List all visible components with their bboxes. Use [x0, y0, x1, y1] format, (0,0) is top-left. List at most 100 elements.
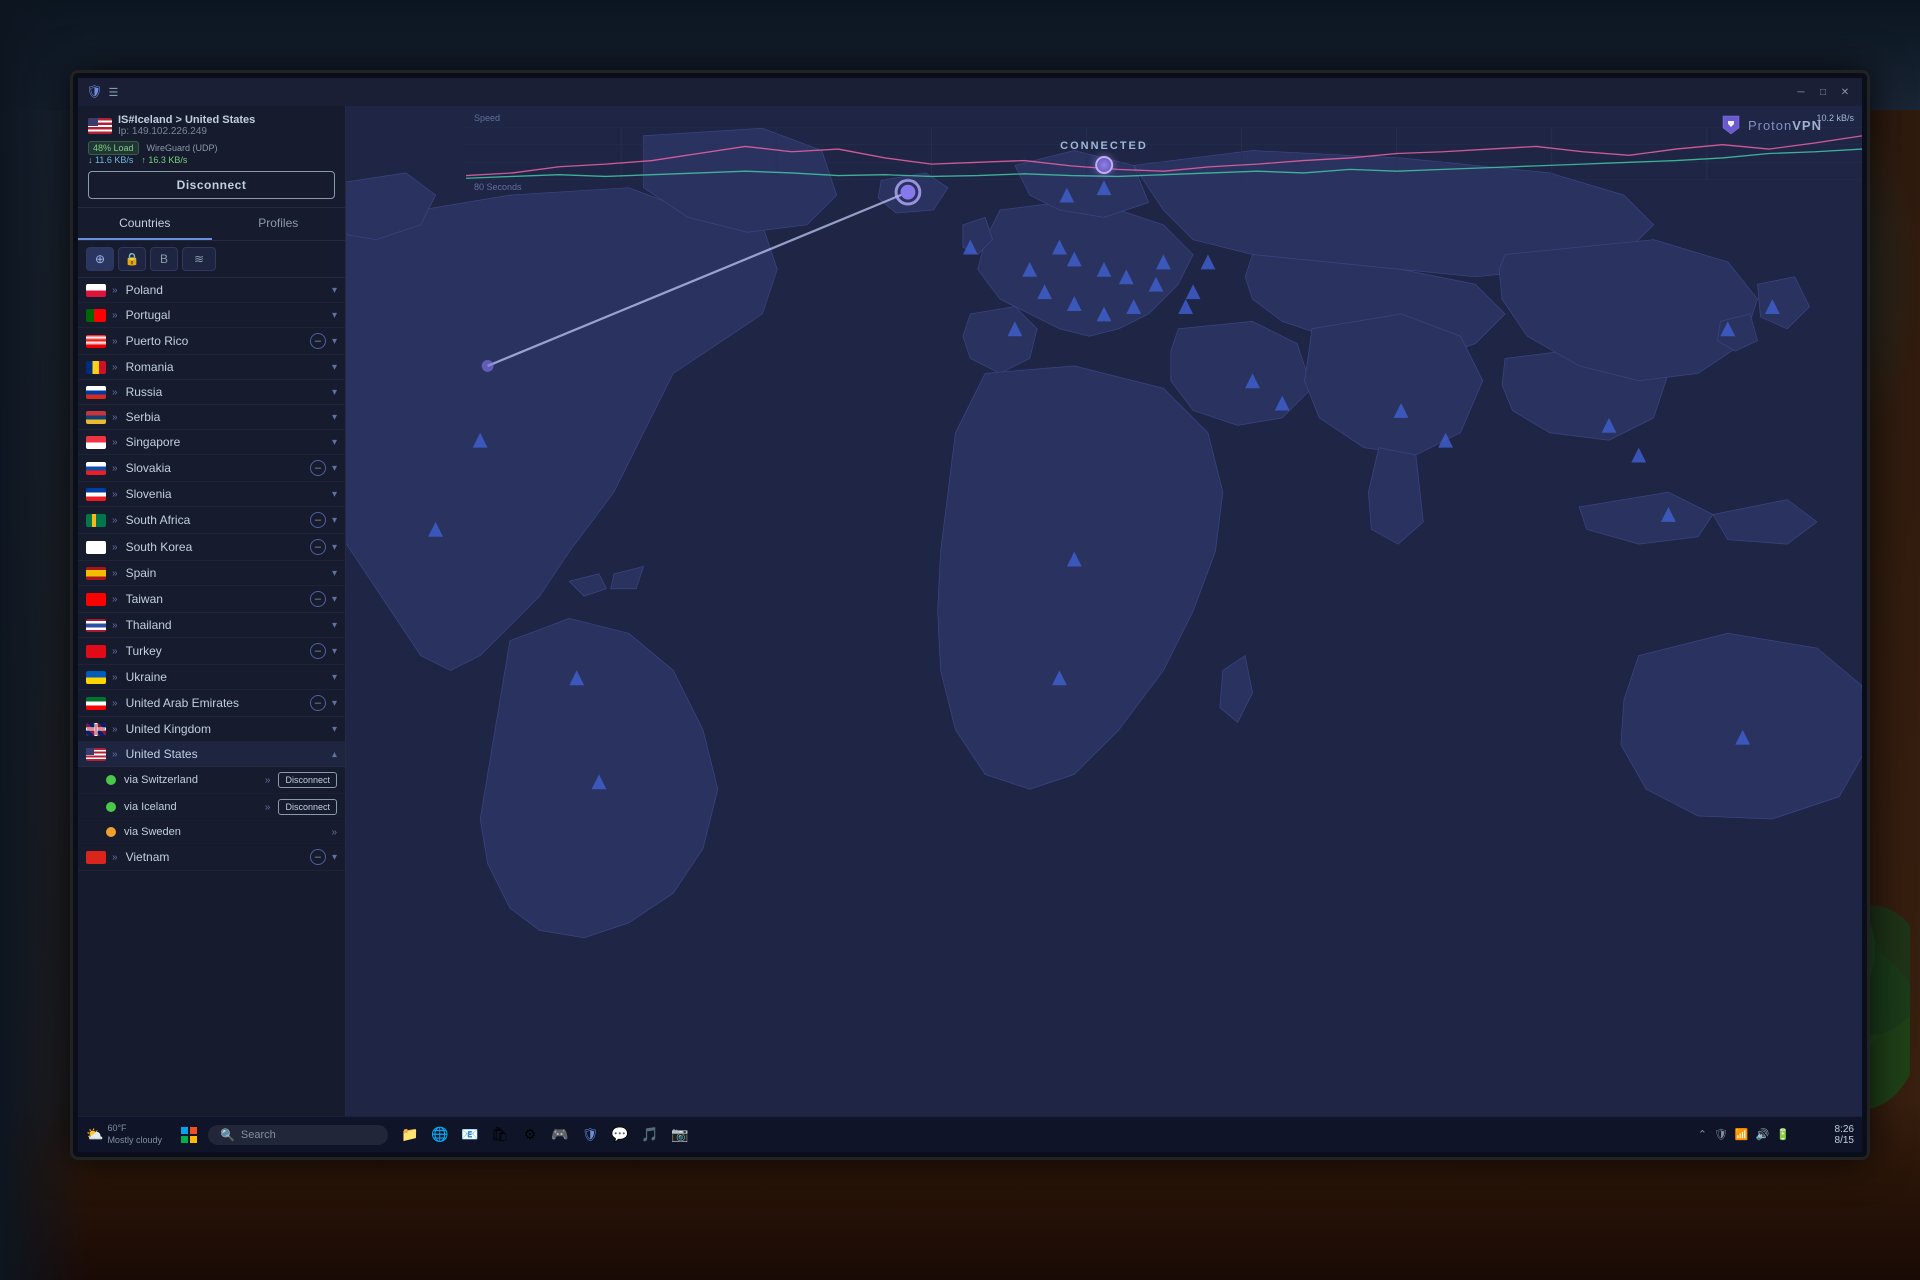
us-flag-icon — [88, 118, 112, 134]
southkorea-flag — [86, 541, 106, 554]
load-badge: 48% Load — [88, 141, 139, 155]
taskbar-app-chat[interactable]: 💬 — [606, 1121, 634, 1149]
chevron-down-icon: ▾ — [332, 620, 337, 631]
chevron-down-icon: ▾ — [332, 362, 337, 373]
taskbar-app-files[interactable]: 📁 — [396, 1121, 424, 1149]
list-item[interactable]: » Slovakia – ▾ — [78, 455, 345, 482]
list-item-us[interactable]: » United States ▾ — [78, 742, 345, 767]
world-map-svg — [346, 106, 1862, 1116]
country-name: Thailand — [126, 618, 326, 632]
server-name: via Sweden — [124, 826, 323, 838]
server-disconnect-button[interactable]: Disconnect — [278, 772, 337, 788]
country-name: Russia — [126, 385, 326, 399]
list-item[interactable]: » Russia ▾ — [78, 380, 345, 405]
graph-svg — [466, 127, 1862, 180]
chevron-down-icon: ▾ — [332, 568, 337, 579]
country-name: Portugal — [126, 308, 326, 322]
list-item[interactable]: » Puerto Rico – ▾ — [78, 328, 345, 355]
minimize-button[interactable]: ─ — [1792, 85, 1810, 99]
filter-b-btn[interactable]: B — [150, 247, 178, 271]
close-button[interactable]: ✕ — [1836, 85, 1854, 99]
title-bar-buttons: ─ □ ✕ — [1792, 85, 1854, 99]
server-name: via Switzerland — [124, 774, 257, 786]
server-name: via Iceland — [124, 801, 257, 813]
country-arrows: » — [112, 646, 118, 657]
taskbar-app-game[interactable]: 🎮 — [546, 1121, 574, 1149]
title-bar-left: 🛡 ☰ — [86, 84, 118, 100]
country-arrows: » — [112, 724, 118, 735]
taskbar-app-music[interactable]: 🎵 — [636, 1121, 664, 1149]
clock-date: 8/15 — [1835, 1135, 1854, 1146]
taskbar-app-edge[interactable]: 🌐 — [426, 1121, 454, 1149]
windows-logo-icon — [181, 1127, 197, 1143]
list-item[interactable]: » Spain ▾ — [78, 561, 345, 586]
tab-countries[interactable]: Countries — [78, 208, 212, 240]
proton-logo: ProtonVPN — [1720, 114, 1822, 136]
maximize-button[interactable]: □ — [1814, 85, 1832, 99]
minus-icon: – — [310, 849, 326, 865]
serbia-flag — [86, 411, 106, 424]
tray-volume-icon[interactable]: 🔊 — [1754, 1126, 1772, 1143]
tray-up-icon[interactable]: ⌃ — [1696, 1126, 1709, 1143]
list-item[interactable]: » Romania ▾ — [78, 355, 345, 380]
us-flag — [86, 748, 106, 761]
us-server-item-sweden[interactable]: via Sweden » — [78, 821, 345, 844]
chevron-down-icon: ▾ — [332, 542, 337, 553]
clock-time: 8:26 — [1835, 1124, 1854, 1135]
spain-flag — [86, 567, 106, 580]
chevron-down-icon: ▾ — [332, 724, 337, 735]
country-arrows: » — [112, 698, 118, 709]
chevron-down-icon: ▾ — [332, 387, 337, 398]
slovakia-flag — [86, 462, 106, 475]
filter-streaming-btn[interactable]: ≋ — [182, 247, 216, 271]
start-button[interactable] — [174, 1123, 204, 1147]
disconnect-button[interactable]: Disconnect — [88, 171, 335, 199]
list-item[interactable]: » Portugal ▾ — [78, 303, 345, 328]
minus-icon: – — [310, 539, 326, 555]
hamburger-icon[interactable]: ☰ — [109, 86, 119, 99]
taskbar-app-camera[interactable]: 📷 — [666, 1121, 694, 1149]
list-item[interactable]: » Ukraine ▾ — [78, 665, 345, 690]
taskbar: ⛅ 60°F Mostly cloudy 🔍 Search 📁 🌐 📧 — [78, 1116, 1862, 1152]
us-server-item-switzerland[interactable]: via Switzerland » Disconnect — [78, 767, 345, 794]
minus-icon: – — [310, 695, 326, 711]
portugal-flag — [86, 309, 106, 322]
list-item[interactable]: » Taiwan – ▾ — [78, 586, 345, 613]
filter-all-btn[interactable]: ⊕ — [86, 247, 114, 271]
us-server-item-iceland[interactable]: via Iceland » Disconnect — [78, 794, 345, 821]
server-disconnect-button[interactable]: Disconnect — [278, 799, 337, 815]
taskbar-app-store[interactable]: 🛍 — [486, 1121, 514, 1149]
taskbar-app-mail[interactable]: 📧 — [456, 1121, 484, 1149]
turkey-flag — [86, 645, 106, 658]
list-item[interactable]: » Slovenia ▾ — [78, 482, 345, 507]
list-item[interactable]: » United Arab Emirates – ▾ — [78, 690, 345, 717]
list-item[interactable]: » Serbia ▾ — [78, 405, 345, 430]
list-item[interactable]: » Poland ▾ — [78, 278, 345, 303]
search-placeholder-text: Search — [241, 1129, 276, 1141]
list-item-vietnam[interactable]: » Vietnam – ▾ — [78, 844, 345, 871]
taskbar-app-settings[interactable]: ⚙ — [516, 1121, 544, 1149]
taskbar-app-vpn[interactable]: 🛡 — [576, 1121, 604, 1149]
list-item[interactable]: » Thailand ▾ — [78, 613, 345, 638]
country-name: Spain — [126, 566, 326, 580]
tray-battery-icon[interactable]: 🔋 — [1774, 1126, 1792, 1143]
list-item-uk[interactable]: » United Kingdom ▾ — [78, 717, 345, 742]
proton-shield-icon: 🛡 — [86, 84, 103, 100]
filter-secure-btn[interactable]: 🔒 — [118, 247, 146, 271]
list-item[interactable]: » South Africa – ▾ — [78, 507, 345, 534]
vietnam-flag — [86, 851, 106, 864]
southafrica-flag — [86, 514, 106, 527]
sidebar: IS#Iceland > United States Ip: 149.102.2… — [78, 106, 346, 1116]
list-item[interactable]: » Turkey – ▾ — [78, 638, 345, 665]
tray-shield-icon[interactable]: 🛡 — [1712, 1126, 1730, 1143]
list-item[interactable]: » Singapore ▾ — [78, 430, 345, 455]
chevron-down-icon: ▾ — [332, 852, 337, 863]
slovenia-flag — [86, 488, 106, 501]
tray-wifi-icon[interactable]: 📶 — [1733, 1126, 1751, 1143]
taskbar-search-bar[interactable]: 🔍 Search — [208, 1125, 388, 1145]
country-arrows: » — [112, 672, 118, 683]
speed-up-value: ↑ 16.3 KB/s — [141, 155, 187, 165]
connection-stats: 48% Load WireGuard (UDP) — [88, 141, 335, 155]
tab-profiles[interactable]: Profiles — [212, 208, 346, 240]
list-item[interactable]: » South Korea – ▾ — [78, 534, 345, 561]
